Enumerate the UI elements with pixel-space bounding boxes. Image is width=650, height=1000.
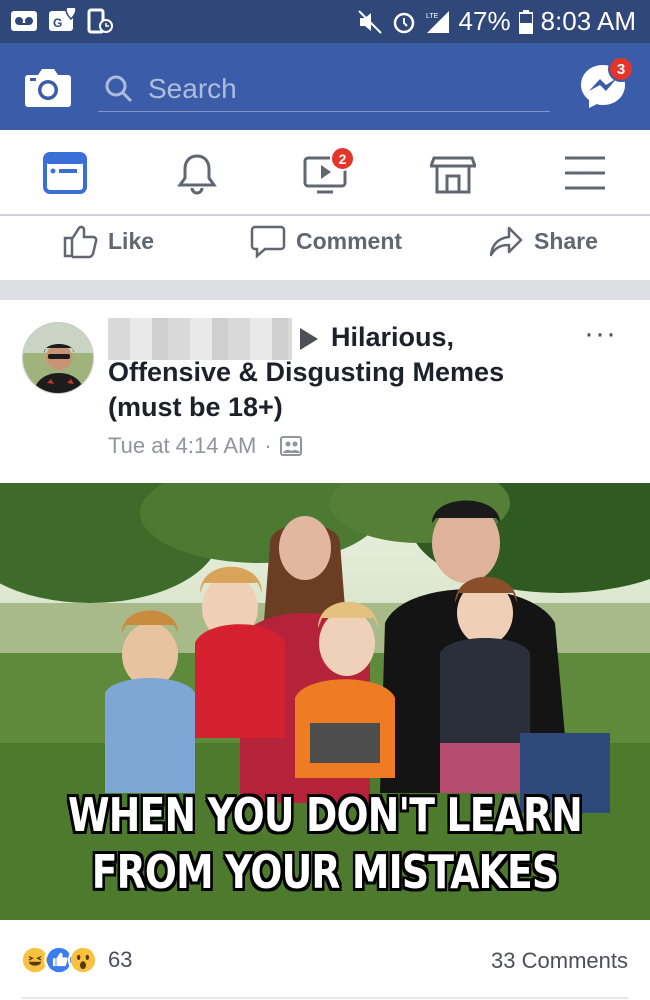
like-label: Like	[108, 227, 155, 254]
post-card: Hilarious, Offensive & Disgusting Memes …	[0, 300, 650, 1000]
reaction-summary[interactable]: 63	[20, 945, 132, 975]
comment-count-link[interactable]: 33 Comments	[491, 948, 628, 974]
tab-news-feed[interactable]	[42, 150, 88, 196]
messenger-badge: 3	[608, 56, 634, 82]
status-bar: G LTE 47% 8:03 AM	[0, 0, 650, 43]
group-name-line1[interactable]: Hilarious,	[331, 322, 454, 353]
thumbs-up-icon	[63, 225, 98, 259]
like-button[interactable]: Like	[62, 223, 154, 259]
tab-watch[interactable]: 2	[302, 146, 355, 196]
battery-percent: 47%	[458, 6, 511, 36]
post-image[interactable]: WHEN YOU DON'T LEARN FROM YOUR MISTAKES	[0, 483, 650, 920]
tab-menu[interactable]	[562, 150, 608, 196]
mute-icon	[357, 9, 382, 34]
watch-badge: 2	[330, 146, 355, 171]
more-options-button[interactable]: ···	[584, 319, 617, 349]
search-icon	[105, 75, 133, 102]
search-placeholder: Search	[148, 72, 237, 104]
avatar[interactable]	[22, 322, 94, 394]
hamburger-icon	[565, 156, 605, 190]
comment-label: Comment	[296, 227, 403, 254]
bell-icon	[177, 154, 217, 195]
comment-button[interactable]: Comment	[250, 223, 402, 259]
svg-text:LTE: LTE	[426, 13, 439, 20]
app-bar: Search 3	[0, 43, 650, 130]
signal-icon: LTE	[426, 10, 449, 33]
location-g-icon: G	[49, 8, 76, 31]
group-name-line3[interactable]: (must be 18+)	[108, 392, 283, 423]
tab-marketplace[interactable]	[428, 150, 478, 196]
profile-photo	[23, 323, 93, 393]
alarm-icon	[393, 12, 414, 33]
post-timestamp[interactable]: Tue at 4:14 AM	[108, 433, 256, 459]
svg-text:G: G	[53, 16, 62, 30]
post-meta: Tue at 4:14 AM ·	[108, 433, 302, 459]
phone-timer-icon	[87, 8, 113, 34]
feed-icon	[43, 152, 87, 194]
meme-caption-line1: WHEN YOU DON'T LEARN	[67, 788, 583, 842]
share-button[interactable]: Share	[488, 223, 598, 259]
store-icon	[428, 156, 478, 194]
group-name-line2[interactable]: Offensive & Disgusting Memes	[108, 357, 504, 388]
post-footer-divider	[22, 997, 628, 999]
meta-separator: ·	[264, 433, 272, 458]
meme-caption-line2: FROM YOUR MISTAKES	[91, 845, 559, 899]
comment-icon	[250, 225, 286, 259]
post-action-row: Like Comment Share	[0, 216, 650, 280]
share-icon	[489, 226, 523, 257]
battery-icon	[518, 9, 533, 34]
tab-bar: 2	[0, 130, 650, 216]
search-input[interactable]: Search	[98, 66, 550, 112]
share-label: Share	[534, 227, 598, 254]
reaction-count: 63	[108, 947, 133, 972]
messenger-button[interactable]: 3	[578, 56, 634, 111]
blurred-author-name	[108, 318, 292, 360]
camera-icon[interactable]	[24, 67, 72, 109]
group-icon	[279, 436, 302, 456]
clock: 8:03 AM	[540, 6, 636, 36]
tab-notifications[interactable]	[174, 150, 220, 196]
voicemail-icon	[11, 11, 37, 31]
arrow-right-icon	[300, 328, 318, 350]
feed-divider	[0, 280, 650, 300]
wow-reaction-icon	[68, 945, 98, 975]
